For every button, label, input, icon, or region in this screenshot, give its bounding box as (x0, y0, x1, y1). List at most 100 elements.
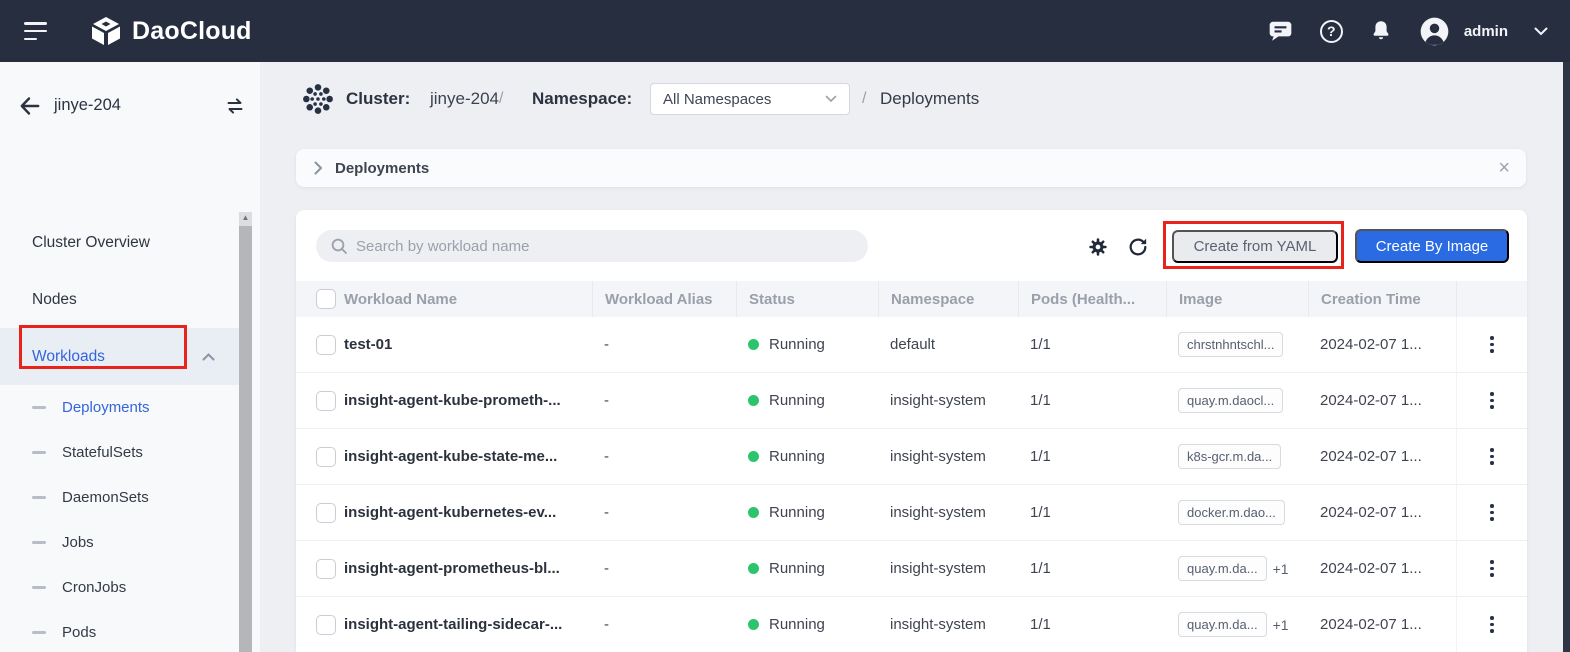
namespace-select[interactable]: All Namespaces (650, 83, 850, 115)
chat-icon[interactable] (1267, 18, 1294, 44)
topbar: DaoCloud ? admin (0, 0, 1570, 62)
row-actions-kebab-icon[interactable] (1486, 500, 1498, 525)
scrollbar-thumb[interactable] (239, 226, 252, 652)
gear-icon[interactable] (1087, 236, 1109, 258)
close-icon[interactable]: × (1498, 158, 1510, 178)
pods-cell: 1/1 (1018, 541, 1166, 596)
sidebar-item-label: Deployments (62, 399, 150, 416)
avatar[interactable] (1419, 16, 1450, 47)
header-page-label: Deployments (880, 89, 979, 109)
sidebar-item-jobs[interactable]: Jobs (0, 520, 239, 565)
column-header-namespace[interactable]: Namespace (878, 281, 1018, 317)
brand[interactable]: DaoCloud (90, 0, 252, 62)
workload-name-link[interactable]: test-01 (344, 336, 392, 353)
creation-time-cell: 2024-02-07 1... (1308, 317, 1456, 372)
row-checkbox[interactable] (316, 559, 336, 579)
sidebar-item-label: CronJobs (62, 579, 126, 596)
search-input[interactable] (356, 238, 826, 255)
row-checkbox[interactable] (316, 391, 336, 411)
pods-cell: 1/1 (1018, 317, 1166, 372)
column-header-creation-time[interactable]: Creation Time (1308, 281, 1456, 317)
refresh-icon[interactable] (1127, 236, 1149, 258)
table-toolbar: Create from YAML Create By Image (296, 228, 1527, 264)
column-header-workload-name[interactable]: Workload Name (344, 281, 592, 317)
create-by-image-button[interactable]: Create By Image (1355, 229, 1509, 263)
hamburger-menu-icon[interactable] (24, 22, 48, 40)
sidebar-item-nodes[interactable]: Nodes (0, 271, 239, 328)
row-actions-kebab-icon[interactable] (1486, 556, 1498, 581)
user-menu-chevron-down-icon[interactable] (1534, 27, 1548, 36)
sidebar-item-workloads[interactable]: Workloads (0, 328, 239, 385)
dash-icon (32, 586, 46, 589)
daocloud-logo-icon (90, 16, 122, 46)
sidebar-item-pods[interactable]: Pods (0, 610, 239, 652)
workload-alias-cell: - (592, 373, 736, 428)
workload-name-link[interactable]: insight-agent-kube-prometh-... (344, 392, 561, 409)
create-from-yaml-button[interactable]: Create from YAML (1172, 230, 1338, 263)
status-cell: Running (736, 317, 878, 372)
image-extra-count: +1 (1273, 617, 1289, 633)
row-actions-kebab-icon[interactable] (1486, 388, 1498, 413)
switch-cluster-icon[interactable] (224, 95, 246, 117)
column-header-workload-alias[interactable]: Workload Alias (592, 281, 736, 317)
row-checkbox[interactable] (316, 447, 336, 467)
status-dot-icon (748, 507, 759, 518)
table-body: test-01 - Running default 1/1 chrstnhnts… (296, 317, 1527, 652)
column-header-pods[interactable]: Pods (Health... (1018, 281, 1166, 317)
sidebar-item-daemonsets[interactable]: DaemonSets (0, 475, 239, 520)
workload-name-link[interactable]: insight-agent-kubernetes-ev... (344, 504, 556, 521)
image-extra-count: +1 (1273, 561, 1289, 577)
image-chip: k8s-gcr.m.da... (1178, 444, 1281, 469)
workload-name-link[interactable]: insight-agent-kube-state-me... (344, 448, 557, 465)
workload-name-link[interactable]: insight-agent-tailing-sidecar-... (344, 616, 562, 633)
sidebar-item-label: Pods (62, 624, 96, 641)
row-actions-kebab-icon[interactable] (1486, 612, 1498, 637)
header-separator: / (862, 90, 866, 108)
image-cell: chrstnhntschl... (1166, 317, 1308, 372)
namespace-cell: insight-system (878, 485, 1018, 540)
header-separator: / (499, 90, 503, 108)
pods-cell: 1/1 (1018, 597, 1166, 652)
sidebar-item-statefulsets[interactable]: StatefulSets (0, 430, 239, 475)
row-actions-kebab-icon[interactable] (1486, 332, 1498, 357)
sidebar-item-cronjobs[interactable]: CronJobs (0, 565, 239, 610)
status-dot-icon (748, 619, 759, 630)
workload-alias-cell: - (592, 541, 736, 596)
search-box[interactable] (316, 230, 868, 262)
status-label: Running (769, 448, 825, 465)
creation-time-cell: 2024-02-07 1... (1308, 541, 1456, 596)
table-row: insight-agent-kube-state-me... - Running… (296, 429, 1527, 485)
image-cell: quay.m.da...+1 (1166, 541, 1308, 596)
sidebar-item-cluster-overview[interactable]: Cluster Overview (0, 214, 239, 271)
page-scrollbar[interactable] (1563, 62, 1570, 652)
table-row: test-01 - Running default 1/1 chrstnhnts… (296, 317, 1527, 373)
row-checkbox[interactable] (316, 615, 336, 635)
status-label: Running (769, 336, 825, 353)
select-all-checkbox[interactable] (316, 289, 336, 309)
row-checkbox[interactable] (316, 335, 336, 355)
dash-icon (32, 406, 46, 409)
column-header-image[interactable]: Image (1166, 281, 1308, 317)
sidebar-item-deployments[interactable]: Deployments (0, 385, 239, 430)
status-dot-icon (748, 395, 759, 406)
creation-time-cell: 2024-02-07 1... (1308, 485, 1456, 540)
table-row: insight-agent-kube-prometh-... - Running… (296, 373, 1527, 429)
breadcrumb-chevron-right-icon[interactable] (314, 161, 323, 175)
status-cell: Running (736, 597, 878, 652)
help-icon[interactable]: ? (1320, 20, 1343, 43)
image-cell: k8s-gcr.m.da... (1166, 429, 1308, 484)
image-cell: docker.m.dao... (1166, 485, 1308, 540)
sidebar-scrollbar[interactable]: ▲ (239, 212, 252, 652)
table-header: Workload Name Workload Alias Status Name… (296, 281, 1527, 317)
back-arrow-icon[interactable] (18, 94, 42, 118)
row-checkbox[interactable] (316, 503, 336, 523)
status-dot-icon (748, 563, 759, 574)
dash-icon (32, 496, 46, 499)
row-actions-kebab-icon[interactable] (1486, 444, 1498, 469)
workload-name-link[interactable]: insight-agent-prometheus-bl... (344, 560, 560, 577)
notifications-bell-icon[interactable] (1369, 18, 1393, 44)
workload-alias-cell: - (592, 485, 736, 540)
column-header-status[interactable]: Status (736, 281, 878, 317)
cluster-value: jinye-204 (430, 89, 499, 109)
scrollbar-up-arrow-icon[interactable]: ▲ (239, 213, 252, 222)
